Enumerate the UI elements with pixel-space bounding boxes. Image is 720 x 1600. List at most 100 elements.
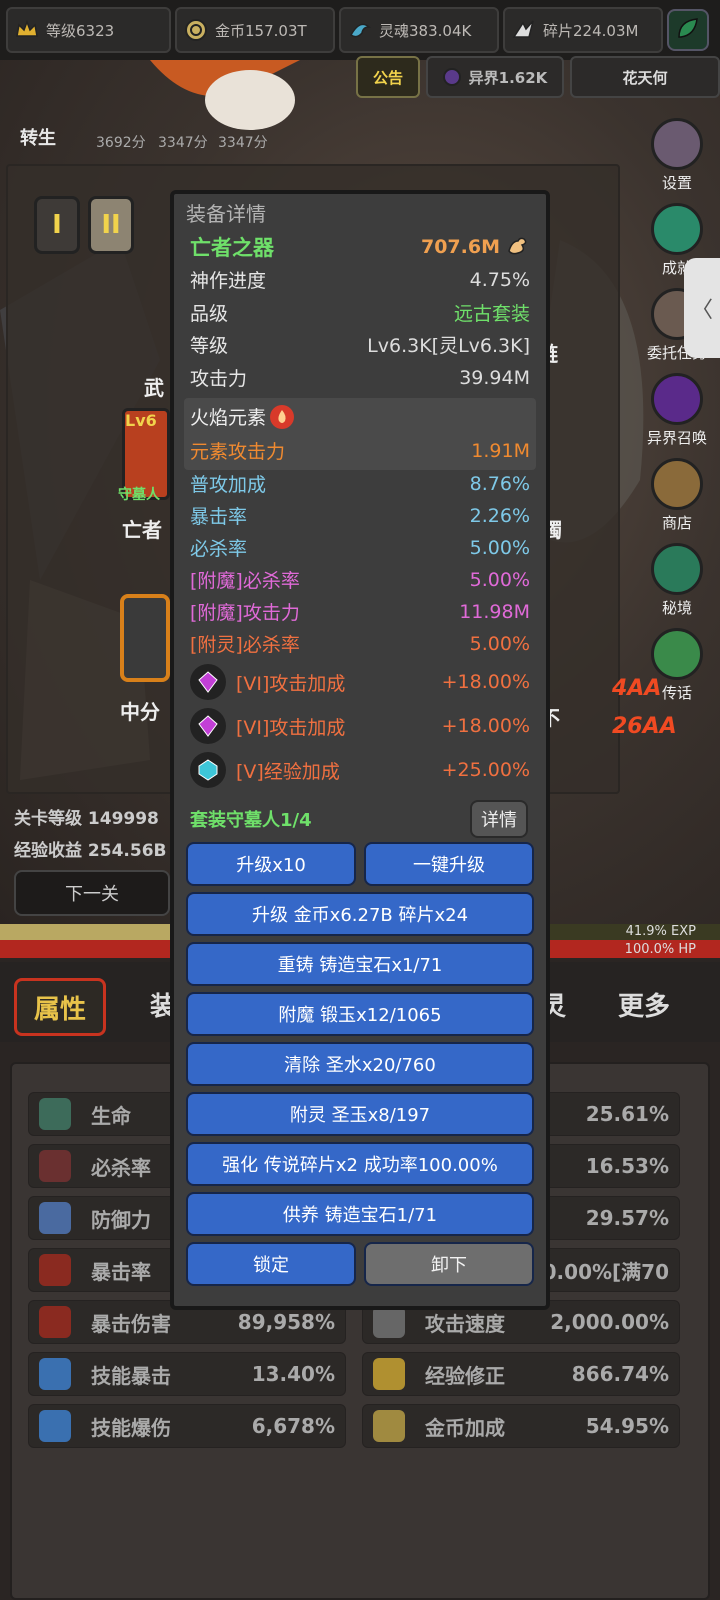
muscle-icon	[506, 233, 530, 262]
gem-2-value: +18.00%	[441, 715, 530, 737]
stat-row: 技能爆伤 6,678%	[28, 1404, 346, 1448]
lock-button[interactable]: 锁定	[186, 1242, 356, 1286]
stat-row-crit-rate: 暴击率 2.26%	[190, 502, 530, 529]
message-button[interactable]: 传话	[651, 628, 703, 703]
otherworld-button[interactable]: 异界1.62K	[426, 56, 564, 98]
reforge-button[interactable]: 重铸 铸造宝石x1/71	[186, 942, 534, 986]
stat-icon	[39, 1202, 71, 1234]
score-2: 3347分	[158, 135, 208, 151]
upgrade-x10-button[interactable]: 升级x10	[186, 842, 356, 886]
top-tabs: 公告 异界1.62K 花天何	[356, 56, 720, 98]
gem-1-value: +18.00%	[441, 671, 530, 693]
score-1: 3692分	[96, 135, 146, 151]
stat-row-grade: 品级 远古套装	[190, 299, 530, 326]
damage-number-2: 26AA	[612, 714, 677, 739]
resource-bar: 等级6323 金币157.03T 灵魂383.04K 碎片224.03M	[0, 0, 720, 60]
coin-text: 金币157.03T	[215, 21, 307, 40]
realm-icon	[651, 543, 703, 595]
stat-name: 经验修正	[425, 1363, 505, 1388]
gem-row-2[interactable]: [VI]攻击加成 +18.00%	[190, 706, 530, 746]
leaf-icon	[675, 15, 701, 45]
coin-display: 金币157.03T	[175, 7, 335, 53]
fire-icon	[270, 404, 295, 429]
gem-3-label: [V]经验加成	[236, 760, 340, 783]
otherworld-label: 异界1.62K	[468, 68, 548, 87]
stat-row-kill-rate: 必杀率 5.00%	[190, 534, 530, 561]
normal-attack-value: 8.76%	[469, 472, 530, 495]
soul-icon	[347, 17, 373, 43]
stat-name: 必杀率	[91, 1155, 151, 1180]
item-slot-2[interactable]	[120, 594, 170, 682]
stat-row-progress: 神作进度 4.75%	[190, 266, 530, 293]
level-display: 等级6323	[6, 7, 171, 53]
tab-attributes[interactable]: 属性	[14, 978, 106, 1036]
item-header: 亡者之器 707.6M	[190, 232, 530, 262]
spirit-kill-value: 5.00%	[469, 632, 530, 655]
stat-value: 13.40%	[251, 1362, 335, 1386]
player-name-button[interactable]: 花天何	[570, 56, 720, 98]
next-stage-button[interactable]: 下一关	[14, 870, 170, 916]
hp-percent: 100.0% HP	[624, 942, 696, 957]
stat-value: 2,000.00%	[550, 1310, 669, 1334]
normal-attack-label: 普攻加成	[190, 474, 267, 496]
unequip-button[interactable]: 卸下	[364, 1242, 534, 1286]
level-label: 等级	[190, 335, 229, 357]
settings-button[interactable]: 设置	[651, 118, 703, 193]
upgrade-button[interactable]: 升级 金币x6.27B 碎片x24	[186, 892, 534, 936]
enchant-attack-label: [附魔]攻击力	[190, 602, 300, 624]
gem-1-label: [VI]攻击加成	[236, 672, 346, 695]
fragment-text: 碎片224.03M	[543, 21, 639, 40]
one-click-upgrade-button[interactable]: 一键升级	[364, 842, 534, 886]
summon-button[interactable]: 异界召唤	[647, 373, 707, 448]
portal-icon	[442, 68, 461, 86]
stat-value: 6,678%	[251, 1414, 335, 1438]
gem-row-1[interactable]: [VI]攻击加成 +18.00%	[190, 662, 530, 702]
enchant-kill-value: 5.00%	[469, 568, 530, 591]
stat-value: 25.61%	[585, 1102, 669, 1126]
slot-set-name: 守墓人	[118, 487, 160, 503]
enchant-attack-value: 11.98M	[459, 600, 530, 623]
element-attack-value: 1.91M	[471, 439, 530, 462]
spirit-attach-button[interactable]: 附灵 圣玉x8/197	[186, 1092, 534, 1136]
side-panel-toggle[interactable]: 〈	[684, 258, 720, 358]
gem-row-3[interactable]: [V]经验加成 +25.00%	[190, 750, 530, 790]
item-name: 亡者之器	[190, 236, 274, 260]
leaf-button[interactable]	[667, 9, 709, 51]
purple-gem-icon	[190, 664, 226, 700]
bg-text-item: 亡者	[122, 518, 162, 542]
rebirth-button[interactable]: 转生	[20, 124, 56, 150]
stat-icon	[39, 1410, 71, 1442]
summon-label: 异界召唤	[646, 429, 707, 447]
soul-text: 灵魂383.04K	[379, 21, 472, 40]
shop-button[interactable]: 商店	[651, 458, 703, 533]
progress-value: 4.75%	[469, 268, 530, 291]
tier-1-button[interactable]: I	[34, 196, 80, 254]
stat-icon	[373, 1410, 405, 1442]
secret-realm-label: 秘境	[661, 599, 692, 617]
stat-icon	[39, 1150, 71, 1182]
kill-rate-label: 必杀率	[190, 538, 248, 560]
notice-button[interactable]: 公告	[356, 56, 420, 98]
gem-3-value: +25.00%	[441, 759, 530, 781]
nourish-button[interactable]: 供养 铸造宝石1/71	[186, 1192, 534, 1236]
cyan-gem-icon	[190, 752, 226, 788]
clear-button[interactable]: 清除 圣水x20/760	[186, 1042, 534, 1086]
secret-realm-button[interactable]: 秘境	[651, 543, 703, 618]
stat-name: 暴击伤害	[91, 1311, 171, 1336]
enchant-button[interactable]: 附魔 锻玉x12/1065	[186, 992, 534, 1036]
strengthen-button[interactable]: 强化 传说碎片x2 成功率100.00%	[186, 1142, 534, 1186]
stat-row-enchant-attack: [附魔]攻击力 11.98M	[190, 598, 530, 625]
tab-more[interactable]: 更多	[618, 986, 670, 1023]
fragment-icon	[511, 17, 537, 43]
message-icon	[651, 628, 703, 680]
stat-value: 29.57%	[585, 1206, 669, 1230]
purple-gem-icon	[190, 708, 226, 744]
attack-label: 攻击力	[190, 368, 248, 390]
level-value: Lv6.3K[灵Lv6.3K]	[367, 335, 530, 357]
set-detail-button[interactable]: 详情	[470, 800, 528, 838]
grade-label: 品级	[190, 303, 229, 325]
stat-name: 技能爆伤	[91, 1415, 171, 1440]
stat-row: 技能暴击 13.40%	[28, 1352, 346, 1396]
stat-row-attack: 攻击力 39.94M	[190, 364, 530, 391]
tier-2-button[interactable]: II	[88, 196, 134, 254]
